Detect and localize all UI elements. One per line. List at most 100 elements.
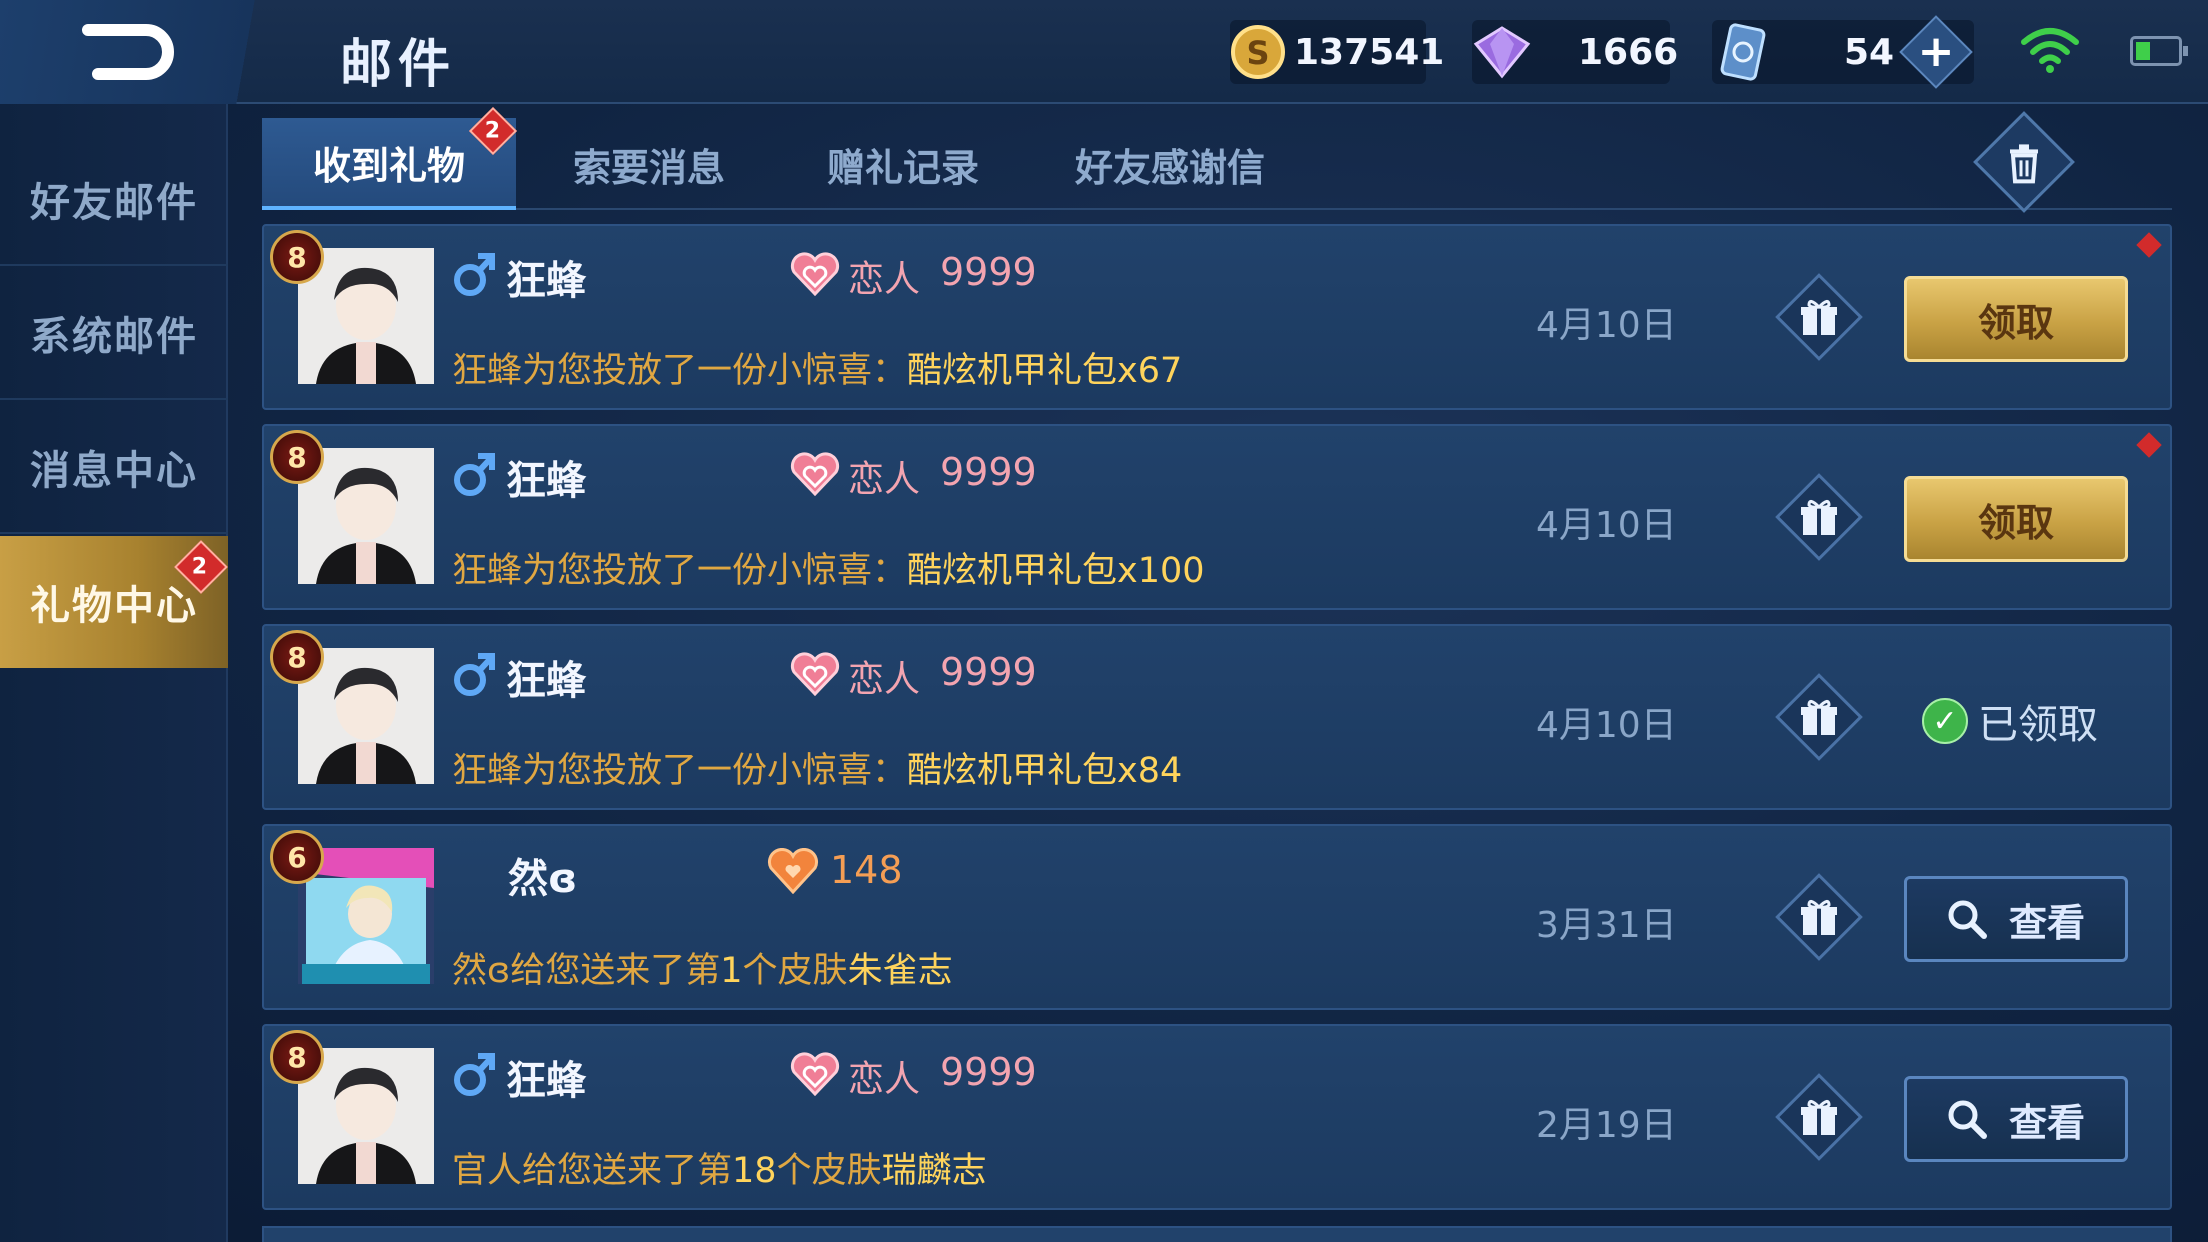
relation-label: 恋人 [848, 659, 921, 700]
couple-heart-icon [790, 452, 840, 496]
gift-detail-button[interactable] [1775, 673, 1863, 761]
mail-message: 狂蜂为您投放了一份小惊喜：酷炫机甲礼包x84 [452, 742, 1182, 793]
tab-label: 收到礼物 [312, 143, 465, 188]
intimacy-value: 9999 [940, 450, 1037, 494]
gift-detail-button[interactable] [1775, 273, 1863, 361]
claim-button[interactable]: 领取 [1904, 276, 2128, 362]
tab-received-gifts[interactable]: 收到礼物 2 [262, 106, 518, 210]
couple-heart-icon [790, 652, 840, 696]
svg-text:S: S [1246, 34, 1269, 72]
view-button-label: 查看 [2008, 1100, 2085, 1145]
check-icon: ✓ [1922, 698, 1968, 744]
diamond-value: 1666 [1578, 31, 1679, 73]
male-icon [454, 1053, 495, 1096]
mail-message: 官人给您送来了第18个皮肤瑞麟志 [452, 1142, 987, 1193]
gift-icon [1801, 900, 1837, 935]
skin-name: 瑞麟志 [881, 1151, 987, 1191]
relation-label: 恋人 [848, 459, 921, 500]
sidebar: 好友邮件 系统邮件 消息中心 礼物中心 2 [0, 104, 228, 1242]
claimed-label: 已领取 [1978, 702, 2098, 748]
gift-detail-button[interactable] [1775, 873, 1863, 961]
sidebar-item-label: 礼物中心 [30, 583, 198, 629]
gift-detail-button[interactable] [1775, 1073, 1863, 1161]
sidebar-item-gift-center[interactable]: 礼物中心 2 [0, 536, 228, 668]
message-text: 个皮肤 [742, 951, 848, 991]
mail-date: 4月10日 [1536, 305, 1677, 346]
sidebar-item-label: 系统邮件 [30, 314, 198, 360]
diamond-icon [1472, 21, 1532, 83]
search-icon [1948, 1100, 1987, 1139]
sidebar-item-friend-mail[interactable]: 好友邮件 [0, 134, 228, 266]
male-icon [454, 653, 495, 696]
male-icon [454, 453, 495, 496]
back-arrow-icon [82, 24, 174, 80]
sender-name: 狂蜂 [506, 458, 586, 504]
sender-name: 狂蜂 [506, 658, 586, 704]
sender-name: 狂蜂 [506, 258, 586, 304]
gift-icon [1801, 300, 1837, 335]
level-badge: 8 [270, 1030, 324, 1084]
badge-count: 2 [485, 118, 501, 144]
message-text: 给您送来了第 [510, 951, 721, 991]
level-badge: 8 [270, 230, 324, 284]
gift-item-name: 酷炫机甲礼包x100 [907, 551, 1205, 591]
claimed-status: ✓ 已领取 [1922, 692, 2098, 750]
skin-name: 朱雀志 [847, 951, 953, 991]
tab-label: 赠礼记录 [826, 145, 979, 190]
intimacy-value: 9999 [940, 1050, 1037, 1094]
mail-row: 8 狂蜂 恋人 9999 2月19日 官人给您送来了第18个皮肤瑞麟志 查看 [262, 1024, 2172, 1210]
mail-date: 4月10日 [1536, 505, 1677, 546]
couple-heart-icon [790, 1052, 840, 1096]
male-icon [454, 253, 495, 296]
relation-label: 恋人 [848, 1059, 921, 1100]
mail-row: 8 狂蜂 恋人 9999 4月10日 狂蜂为您投放了一份小惊喜：酷炫机甲礼包x8… [262, 624, 2172, 810]
coin-value: 137541 [1294, 31, 1445, 73]
mail-row: 6 然ɞ 148 3月31日 然ɞ给您送来了第1个皮肤朱雀志 查看 [262, 824, 2172, 1010]
notification-badge: 2 [468, 106, 518, 156]
message-text: 为您投放了一份小惊喜： [522, 551, 908, 591]
back-button[interactable] [0, 0, 300, 104]
heart-icon [767, 848, 819, 894]
tab-request-messages[interactable]: 索要消息 [522, 118, 776, 210]
battery-icon [2130, 36, 2188, 66]
view-button[interactable]: 查看 [1904, 1076, 2128, 1162]
search-icon [1948, 900, 1987, 939]
claim-button[interactable]: 领取 [1904, 476, 2128, 562]
sidebar-item-message-center[interactable]: 消息中心 [0, 402, 228, 534]
voucher-icon [1712, 21, 1774, 83]
tab-label: 索要消息 [572, 145, 725, 190]
level-badge: 8 [270, 430, 324, 484]
mail-date: 3月31日 [1536, 905, 1677, 946]
message-sender: 狂蜂 [452, 751, 523, 791]
level-badge: 6 [270, 830, 324, 884]
coin-counter: S 137541 [1230, 20, 1444, 84]
sender-name: 狂蜂 [506, 1058, 586, 1104]
tab-thank-you-letters[interactable]: 好友感谢信 [1030, 118, 1310, 210]
gift-icon [1801, 700, 1837, 735]
level-badge: 8 [270, 630, 324, 684]
message-sender: 然ɞ [452, 951, 511, 991]
sidebar-item-label: 好友邮件 [30, 180, 198, 226]
mail-row: 8 狂蜂 恋人 9999 4月10日 狂蜂为您投放了一份小惊喜：酷炫机甲礼包x1… [262, 424, 2172, 610]
intimacy-value: 9999 [940, 650, 1037, 694]
gift-item-name: 酷炫机甲礼包x67 [907, 351, 1183, 391]
gift-detail-button[interactable] [1775, 473, 1863, 561]
message-text: 为您投放了一份小惊喜： [522, 351, 908, 391]
unread-dot [2136, 232, 2162, 258]
mail-message: 然ɞ给您送来了第1个皮肤朱雀志 [452, 942, 953, 993]
tab-bar: 收到礼物 2 索要消息 赠礼记录 好友感谢信 [262, 104, 2172, 210]
couple-heart-icon [790, 252, 840, 296]
view-button-label: 查看 [2008, 900, 2085, 945]
mail-message: 狂蜂为您投放了一份小惊喜：酷炫机甲礼包x67 [452, 342, 1182, 393]
tab-gift-records[interactable]: 赠礼记录 [776, 118, 1030, 210]
message-sender: 狂蜂 [452, 351, 523, 391]
mail-message: 狂蜂为您投放了一份小惊喜：酷炫机甲礼包x100 [452, 542, 1205, 593]
diamond-counter: 1666 [1472, 20, 1678, 84]
message-sender: 官人 [452, 1151, 523, 1191]
mail-date: 2月19日 [1536, 1105, 1677, 1146]
message-text: 为您投放了一份小惊喜： [522, 751, 908, 791]
sidebar-item-system-mail[interactable]: 系统邮件 [0, 268, 228, 400]
gift-icon [1801, 1100, 1837, 1135]
view-button[interactable]: 查看 [1904, 876, 2128, 962]
relation-label: 恋人 [848, 259, 921, 300]
